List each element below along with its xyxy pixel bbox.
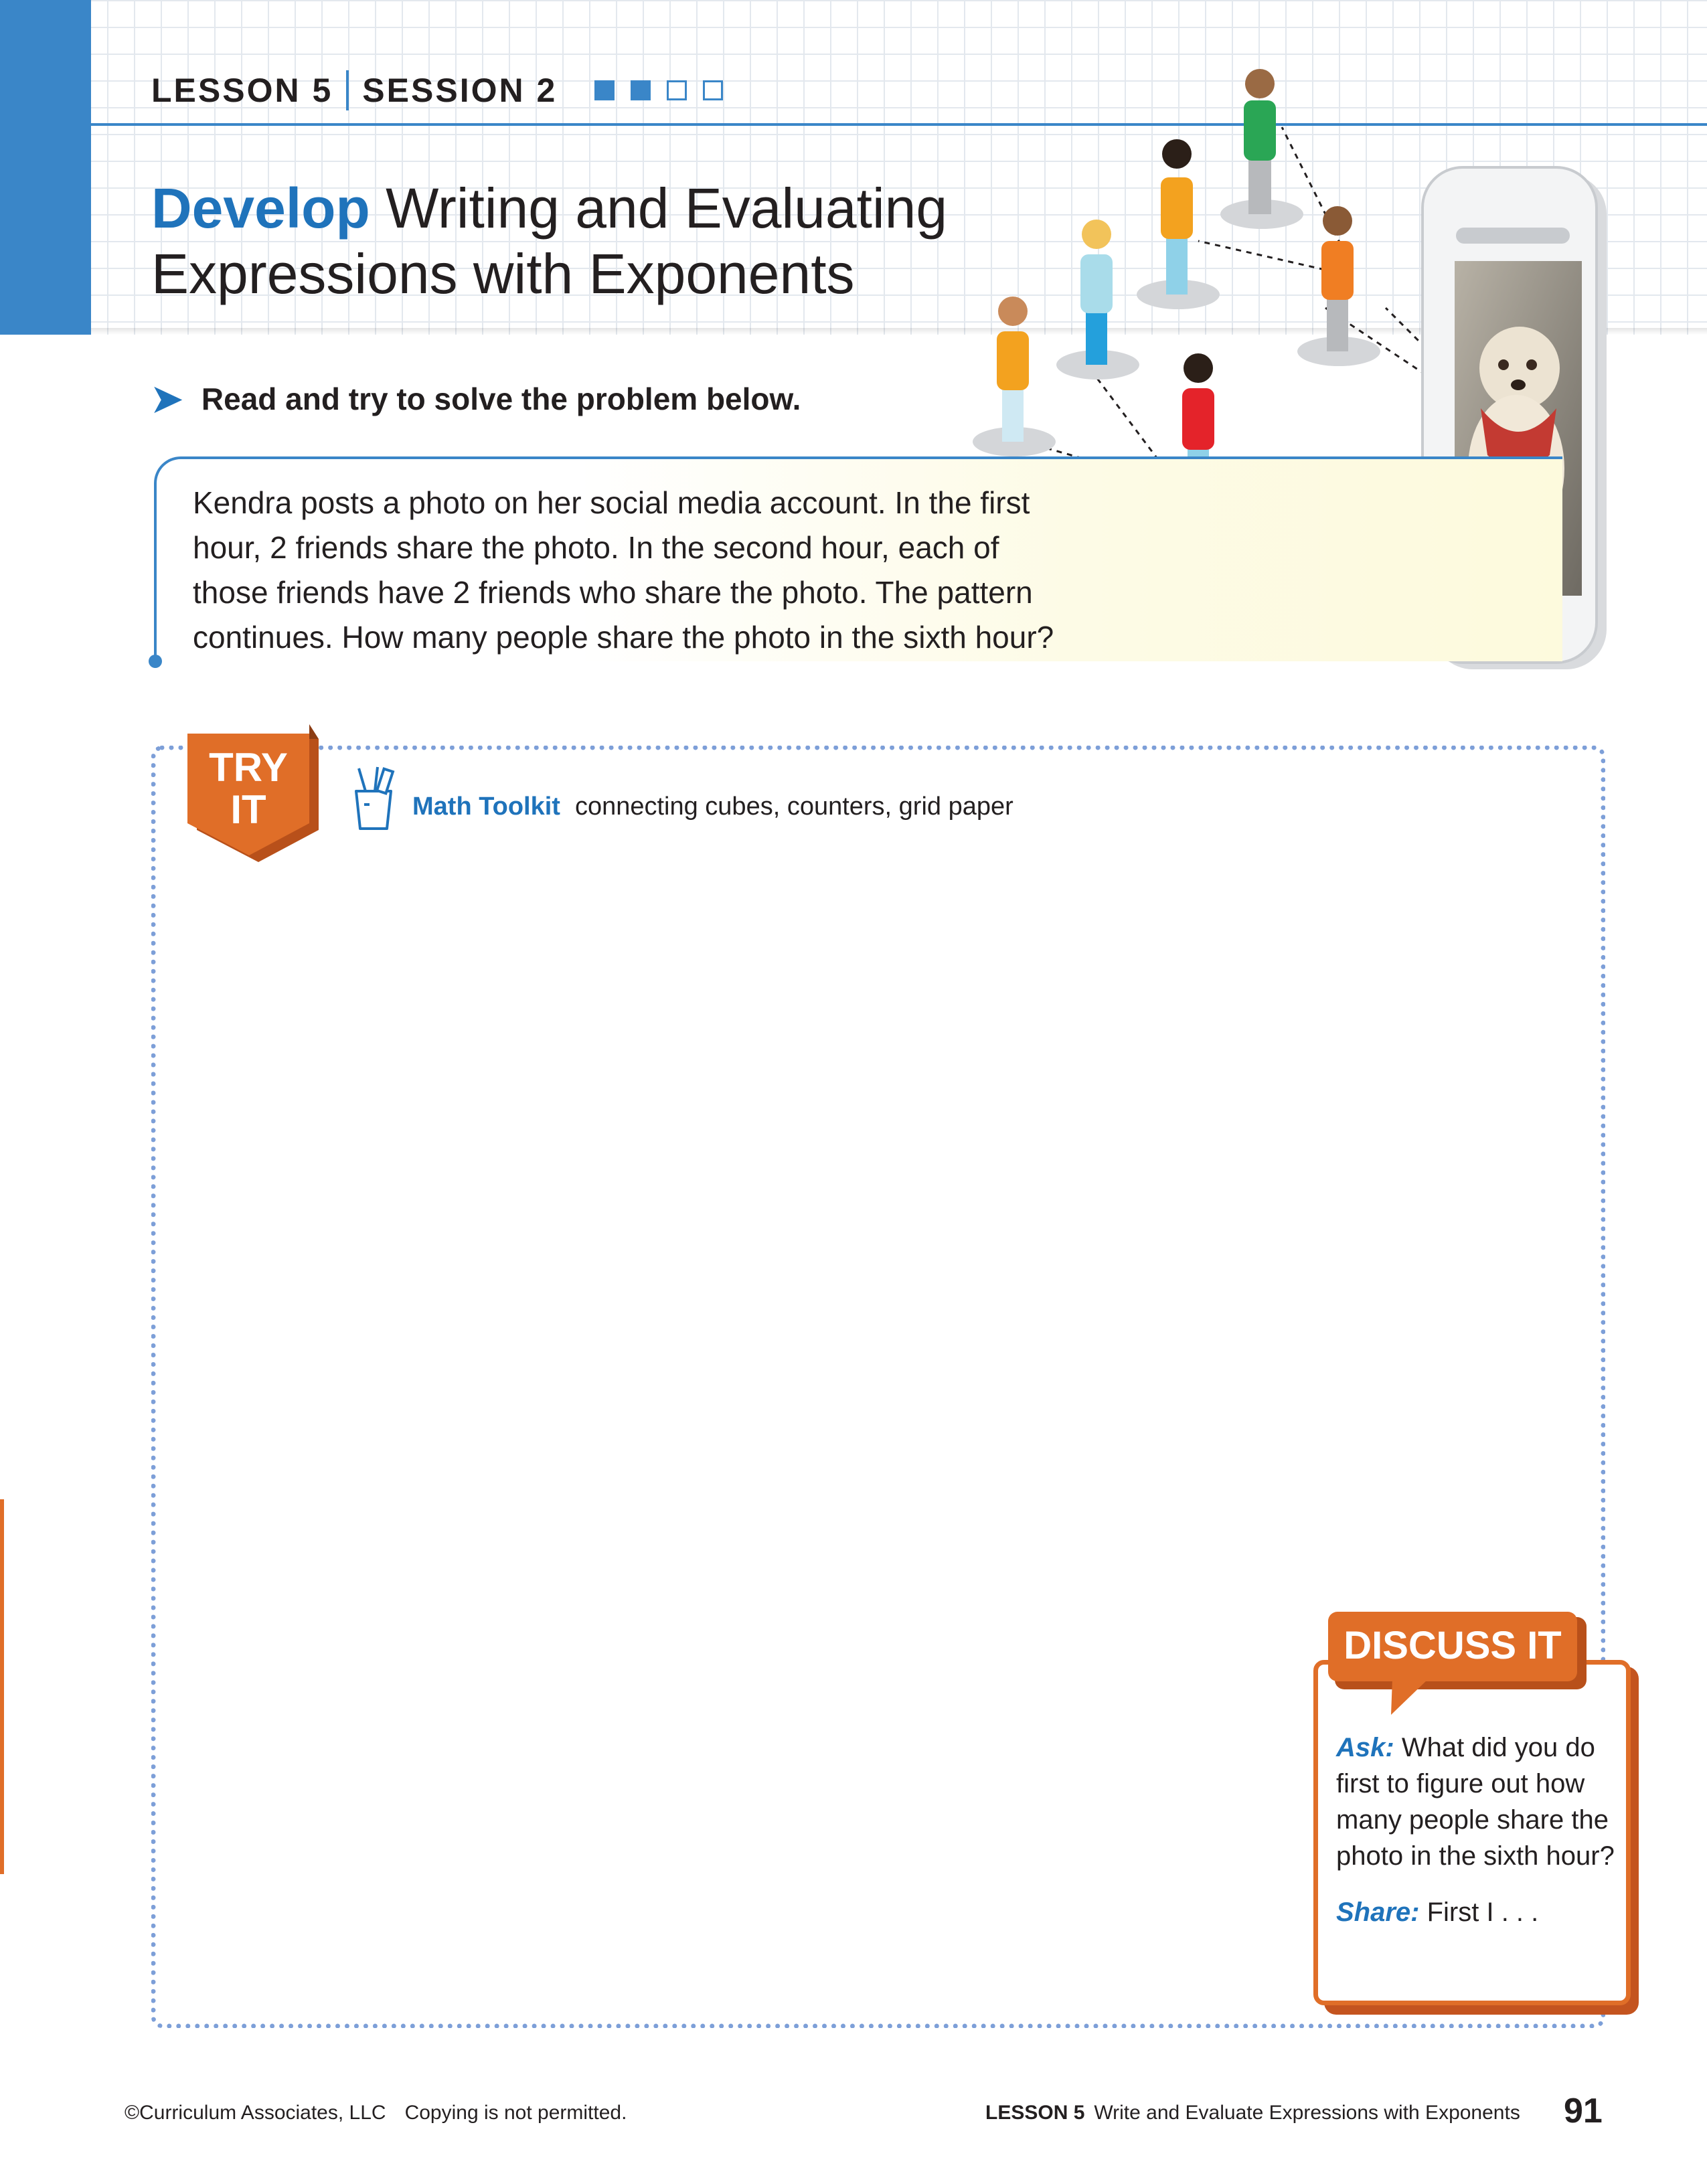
- lesson-session-label: LESSON 5 SESSION 2: [151, 67, 724, 114]
- math-toolkit: Math Toolkit connecting cubes, counters,…: [412, 792, 1013, 821]
- session-progress-square: [631, 80, 651, 100]
- problem-box-marker: [149, 655, 162, 668]
- session-progress-square: [594, 80, 615, 100]
- session-progress-square: [703, 80, 724, 100]
- label-separator: [346, 70, 349, 110]
- discuss-it-content: Ask: What did you do first to figure out…: [1336, 1730, 1617, 1930]
- footer-lesson-title: Write and Evaluate Expressions with Expo…: [1094, 2102, 1520, 2124]
- share-text: First I . . .: [1419, 1898, 1539, 1927]
- try-it-line2: IT: [230, 787, 266, 832]
- discuss-share: Share: First I . . .: [1336, 1894, 1617, 1930]
- problem-line: hour, 2 friends share the photo. In the …: [193, 530, 999, 565]
- problem-text: Kendra posts a photo on her social media…: [193, 481, 1130, 660]
- problem-line: Kendra posts a photo on her social media…: [193, 485, 1030, 520]
- ask-label: Ask:: [1336, 1733, 1394, 1762]
- problem-line: those friends have 2 friends who share t…: [193, 575, 1033, 610]
- problem-line: continues. How many people share the pho…: [193, 620, 1054, 655]
- discuss-it-badge: DISCUSS IT: [1328, 1612, 1587, 1715]
- arrow-right-icon: ➤: [151, 377, 183, 420]
- math-toolkit-title: Math Toolkit: [412, 792, 560, 821]
- person-icon: [1056, 220, 1139, 380]
- person-icon: [1220, 69, 1303, 229]
- copyright-text: ©Curriculum Associates, LLC: [125, 2102, 386, 2124]
- page-number: 91: [1564, 2092, 1603, 2130]
- share-label: Share:: [1336, 1898, 1420, 1927]
- page-title: Develop Writing and Evaluating Expressio…: [151, 175, 1022, 307]
- person-icon: [1297, 206, 1380, 366]
- math-toolkit-items: connecting cubes, counters, grid paper: [574, 792, 1013, 821]
- person-icon: [973, 297, 1056, 456]
- session-progress-square: [667, 80, 687, 100]
- lesson-label: LESSON 5: [151, 72, 333, 109]
- title-emphasis: Develop: [151, 177, 370, 240]
- pencil-cup-icon: [355, 766, 395, 830]
- try-it-line1: TRY: [209, 745, 288, 790]
- session-progress-indicator: [594, 80, 724, 100]
- footer-lesson: LESSON 5 Write and Evaluate Expressions w…: [985, 2102, 1520, 2124]
- header-accent-tab: [0, 0, 91, 335]
- page-footer: ©Curriculum Associates, LLC Copying is no…: [0, 2092, 1707, 2135]
- discuss-ask: Ask: What did you do first to figure out…: [1336, 1730, 1617, 1874]
- instruction-text: Read and try to solve the problem below.: [201, 382, 801, 416]
- person-icon: [1137, 139, 1220, 309]
- no-copy-text: Copying is not permitted.: [404, 2102, 627, 2124]
- session-label: SESSION 2: [362, 72, 558, 109]
- footer-copyright: ©Curriculum Associates, LLC Copying is no…: [125, 2102, 627, 2124]
- try-it-badge: TRY IT: [187, 724, 319, 862]
- instruction: ➤ Read and try to solve the problem belo…: [151, 380, 801, 418]
- page-edge-accent: [0, 1499, 4, 1874]
- footer-lesson-label: LESSON 5: [985, 2102, 1085, 2124]
- discuss-it-label: DISCUSS IT: [1344, 1624, 1562, 1667]
